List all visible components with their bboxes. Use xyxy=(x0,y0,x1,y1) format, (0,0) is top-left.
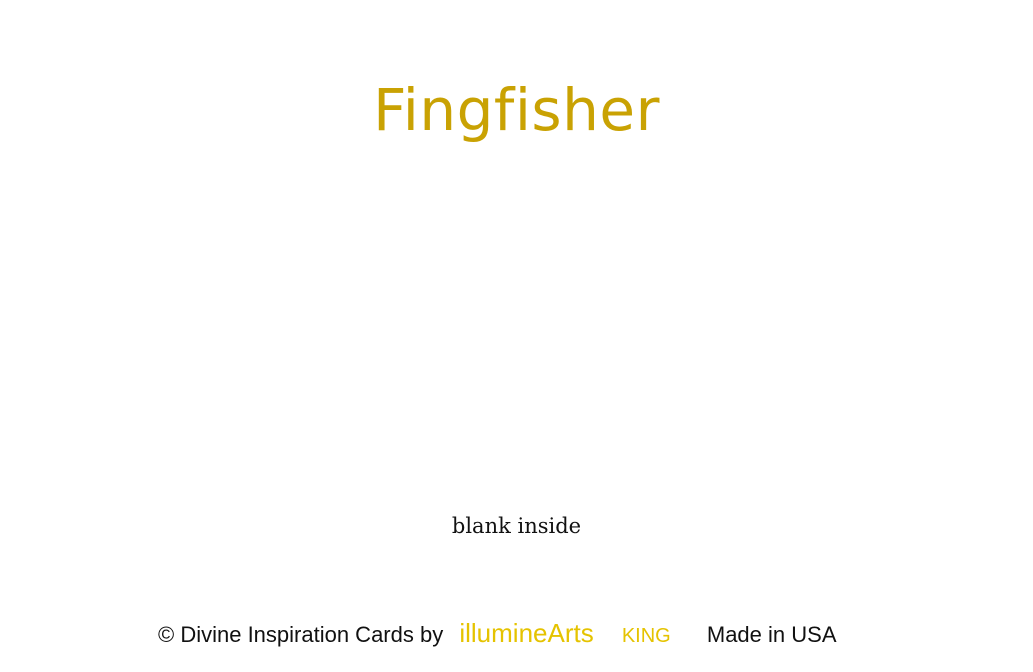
origin-text: Made in USA xyxy=(706,622,837,647)
copyright-text: © Divine Inspiration Cards by xyxy=(158,622,444,647)
brand-logo-text: illumineArts xyxy=(459,618,594,648)
card-size-label: KING xyxy=(621,625,671,647)
blank-inside-note: blank inside xyxy=(451,514,582,538)
card-title: Fingfisher xyxy=(373,76,660,144)
card-footer: © Divine Inspiration Cards by illumineAr… xyxy=(158,618,837,649)
